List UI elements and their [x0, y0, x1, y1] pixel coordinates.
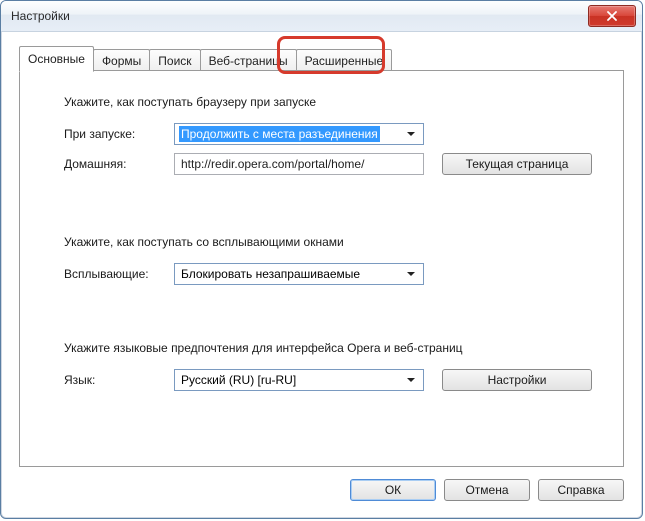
language-combo[interactable]: Русский (RU) [ru-RU] — [174, 369, 424, 391]
language-settings-button[interactable]: Настройки — [442, 369, 592, 391]
help-button[interactable]: Справка — [538, 479, 624, 501]
on-launch-label: При запуске: — [64, 127, 174, 141]
popups-label: Всплывающие: — [64, 267, 174, 281]
row-on-launch: При запуске: Продолжить с места разъедин… — [64, 123, 593, 145]
on-launch-value: Продолжить с места разъединения — [179, 126, 380, 142]
titlebar: Настройки — [1, 1, 642, 32]
tab-general[interactable]: Основные — [19, 46, 94, 72]
chevron-down-icon — [401, 264, 419, 284]
tab-strip: Основные Формы Поиск Веб-страницы Расшир… — [19, 42, 635, 70]
current-page-button[interactable]: Текущая страница — [442, 153, 592, 175]
ok-button[interactable]: ОК — [350, 479, 436, 501]
row-popups: Всплывающие: Блокировать незапрашиваемые — [64, 263, 593, 285]
popups-combo[interactable]: Блокировать незапрашиваемые — [174, 263, 424, 285]
tab-panel-general: Укажите, как поступать браузеру при запу… — [19, 70, 624, 467]
popups-value: Блокировать незапрашиваемые — [181, 267, 360, 281]
home-input[interactable] — [174, 153, 424, 175]
row-language: Язык: Русский (RU) [ru-RU] Настройки — [64, 369, 593, 391]
tab-webpages[interactable]: Веб-страницы — [200, 49, 297, 71]
row-homepage: Домашняя: Текущая страница — [64, 153, 593, 175]
dialog-buttons: ОК Отмена Справка — [350, 479, 624, 501]
tab-advanced[interactable]: Расширенные — [296, 49, 393, 71]
startup-heading: Укажите, как поступать браузеру при запу… — [64, 95, 593, 109]
on-launch-combo[interactable]: Продолжить с места разъединения — [174, 123, 424, 145]
chevron-down-icon — [401, 370, 419, 390]
language-label: Язык: — [64, 373, 174, 387]
cancel-button[interactable]: Отмена — [444, 479, 530, 501]
close-icon — [606, 11, 618, 21]
home-label: Домашняя: — [64, 157, 174, 171]
settings-window: Настройки Основные Формы Поиск Веб-стран… — [0, 0, 643, 519]
tab-forms[interactable]: Формы — [93, 49, 150, 71]
window-title: Настройки — [11, 9, 70, 23]
popups-heading: Укажите, как поступать со всплывающими о… — [64, 235, 593, 249]
close-button[interactable] — [588, 5, 636, 27]
language-value: Русский (RU) [ru-RU] — [181, 373, 296, 387]
chevron-down-icon — [401, 124, 419, 144]
tab-search[interactable]: Поиск — [149, 49, 200, 71]
client-area: Основные Формы Поиск Веб-страницы Расшир… — [8, 32, 635, 511]
language-heading: Укажите языковые предпочтения для интерф… — [64, 341, 593, 355]
